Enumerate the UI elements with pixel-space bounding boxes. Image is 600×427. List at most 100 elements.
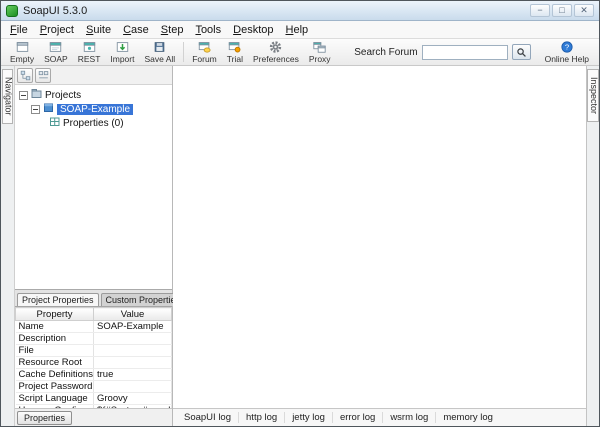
- empty-project-button[interactable]: Empty: [5, 39, 39, 65]
- tab-wsrm-log[interactable]: wsrm log: [383, 412, 437, 423]
- properties-tab-bar: Project Properties Custom Properties: [15, 290, 186, 306]
- navigator-toolbar: [15, 66, 172, 84]
- projects-folder-icon: [31, 88, 42, 102]
- table-row[interactable]: Cache Definitions true: [15, 368, 172, 381]
- project-properties-panel: Project Properties Custom Properties Pro…: [15, 290, 186, 408]
- rest-project-icon: [82, 40, 97, 54]
- menu-case[interactable]: Case: [117, 23, 155, 37]
- online-help-label: Online Help: [544, 53, 589, 64]
- menu-help[interactable]: Help: [280, 23, 315, 37]
- trial-icon: [227, 40, 242, 54]
- toolbar-button-label: Import: [110, 54, 135, 65]
- close-button[interactable]: ✕: [574, 4, 594, 17]
- import-project-button[interactable]: Import: [105, 39, 139, 65]
- column-header-value[interactable]: Value: [93, 307, 172, 321]
- table-row[interactable]: Project Password: [15, 380, 172, 393]
- trial-button[interactable]: Trial: [222, 39, 248, 65]
- soapui-window: SoapUI 5.3.0 − □ ✕ File Project Suite Ca…: [0, 0, 600, 427]
- navigator-tab[interactable]: Navigator: [1, 69, 14, 124]
- navigator-tree: Projects SOAP-Example Properties (0): [15, 84, 172, 290]
- property-cell[interactable]: Cache Definitions: [15, 368, 94, 381]
- preferences-gear-icon: [268, 40, 283, 54]
- menu-suite[interactable]: Suite: [80, 23, 117, 37]
- toolbar-separator: [183, 42, 185, 62]
- preferences-button[interactable]: Preferences: [248, 39, 304, 65]
- forum-button[interactable]: Forum: [187, 39, 222, 65]
- workspace-panel: SoapUI log http log jetty log error log …: [173, 66, 586, 426]
- tab-project-properties[interactable]: Project Properties: [17, 293, 99, 306]
- magnifier-icon: [516, 47, 526, 57]
- property-cell[interactable]: Description: [15, 332, 94, 345]
- online-help-button[interactable]: ? Online Help: [535, 40, 595, 64]
- value-cell[interactable]: [93, 356, 172, 369]
- tree-node-label-selected[interactable]: SOAP-Example: [57, 103, 134, 115]
- properties-toggle-button[interactable]: Properties: [17, 410, 73, 425]
- collapse-all-button[interactable]: [35, 67, 51, 83]
- toolbar-button-label: Preferences: [252, 54, 299, 65]
- navigator-panel: Projects SOAP-Example Properties (0) Pro…: [15, 66, 186, 426]
- collapse-tree-icon: [38, 70, 48, 78]
- tree-node-projects[interactable]: Projects: [15, 88, 172, 102]
- inspector-tab[interactable]: Inspector: [587, 69, 599, 123]
- menu-tools[interactable]: Tools: [189, 23, 227, 37]
- tab-soapui-log[interactable]: SoapUI log: [177, 412, 240, 423]
- expand-all-button[interactable]: [17, 67, 33, 83]
- tree-node-label[interactable]: Properties (0): [63, 118, 124, 129]
- menu-desktop[interactable]: Desktop: [227, 23, 279, 37]
- content-area: Navigator Projects SOAP-Example Properti…: [1, 66, 599, 426]
- collapse-handle-icon[interactable]: [19, 90, 28, 100]
- toolbar-button-label: Empty: [10, 54, 35, 65]
- tree-node-properties[interactable]: Properties (0): [15, 116, 172, 130]
- table-row[interactable]: File: [15, 344, 172, 357]
- proxy-button[interactable]: Proxy: [304, 39, 336, 65]
- property-cell[interactable]: Script Language: [15, 392, 94, 405]
- tab-http-log[interactable]: http log: [239, 412, 286, 423]
- value-cell[interactable]: [93, 344, 172, 357]
- soap-project-button[interactable]: SOAP: [39, 39, 73, 65]
- value-cell[interactable]: SOAP-Example: [93, 320, 172, 333]
- value-cell[interactable]: [93, 380, 172, 393]
- search-forum-input[interactable]: [421, 44, 508, 60]
- value-cell[interactable]: true: [93, 368, 172, 381]
- property-cell[interactable]: Project Password: [15, 380, 94, 393]
- toolbar-button-label: Forum: [192, 54, 217, 65]
- tree-node-label[interactable]: Projects: [45, 90, 81, 101]
- search-forum-button[interactable]: [511, 44, 531, 60]
- table-row[interactable]: Name SOAP-Example: [15, 320, 172, 333]
- property-cell[interactable]: Name: [15, 320, 94, 333]
- collapse-handle-icon[interactable]: [31, 104, 40, 114]
- window-title: SoapUI 5.3.0: [23, 4, 88, 17]
- value-cell[interactable]: [93, 332, 172, 345]
- table-row[interactable]: Script Language Groovy: [15, 392, 172, 405]
- log-tab-bar: SoapUI log http log jetty log error log …: [173, 408, 586, 426]
- minimize-button[interactable]: −: [530, 4, 550, 17]
- toolbar-button-label: SOAP: [44, 54, 68, 65]
- save-all-button[interactable]: Save All: [139, 39, 180, 65]
- window-controls: − □ ✕: [530, 4, 594, 17]
- toolbar-button-label: REST: [77, 54, 101, 65]
- mdi-desktop[interactable]: [173, 66, 586, 408]
- value-cell[interactable]: Groovy: [93, 392, 172, 405]
- rest-project-button[interactable]: REST: [73, 39, 106, 65]
- table-row[interactable]: Description: [15, 332, 172, 345]
- import-icon: [115, 40, 130, 54]
- menu-project[interactable]: Project: [34, 23, 80, 37]
- tab-memory-log[interactable]: memory log: [436, 412, 500, 423]
- property-cell[interactable]: File: [15, 344, 94, 357]
- property-cell[interactable]: Resource Root: [15, 356, 94, 369]
- tab-jetty-log[interactable]: jetty log: [285, 412, 333, 423]
- tree-node-soap-example[interactable]: SOAP-Example: [15, 102, 172, 116]
- menu-file[interactable]: File: [4, 23, 34, 37]
- column-header-property[interactable]: Property: [15, 307, 94, 321]
- navigator-strip: Navigator: [1, 66, 15, 426]
- toolbar-button-label: Proxy: [308, 54, 331, 65]
- proxy-icon: [312, 40, 327, 54]
- toolbar-right-group: Search Forum ? Online Help: [354, 40, 595, 64]
- left-bottom-bar: Properties: [15, 408, 172, 426]
- table-row[interactable]: Resource Root: [15, 356, 172, 369]
- tab-error-log[interactable]: error log: [333, 412, 384, 423]
- maximize-button[interactable]: □: [552, 4, 572, 17]
- properties-table-container: Property Value Name SOAP-Example Descript…: [15, 306, 172, 408]
- menu-step[interactable]: Step: [155, 23, 190, 37]
- inspector-strip: Inspector: [586, 66, 599, 426]
